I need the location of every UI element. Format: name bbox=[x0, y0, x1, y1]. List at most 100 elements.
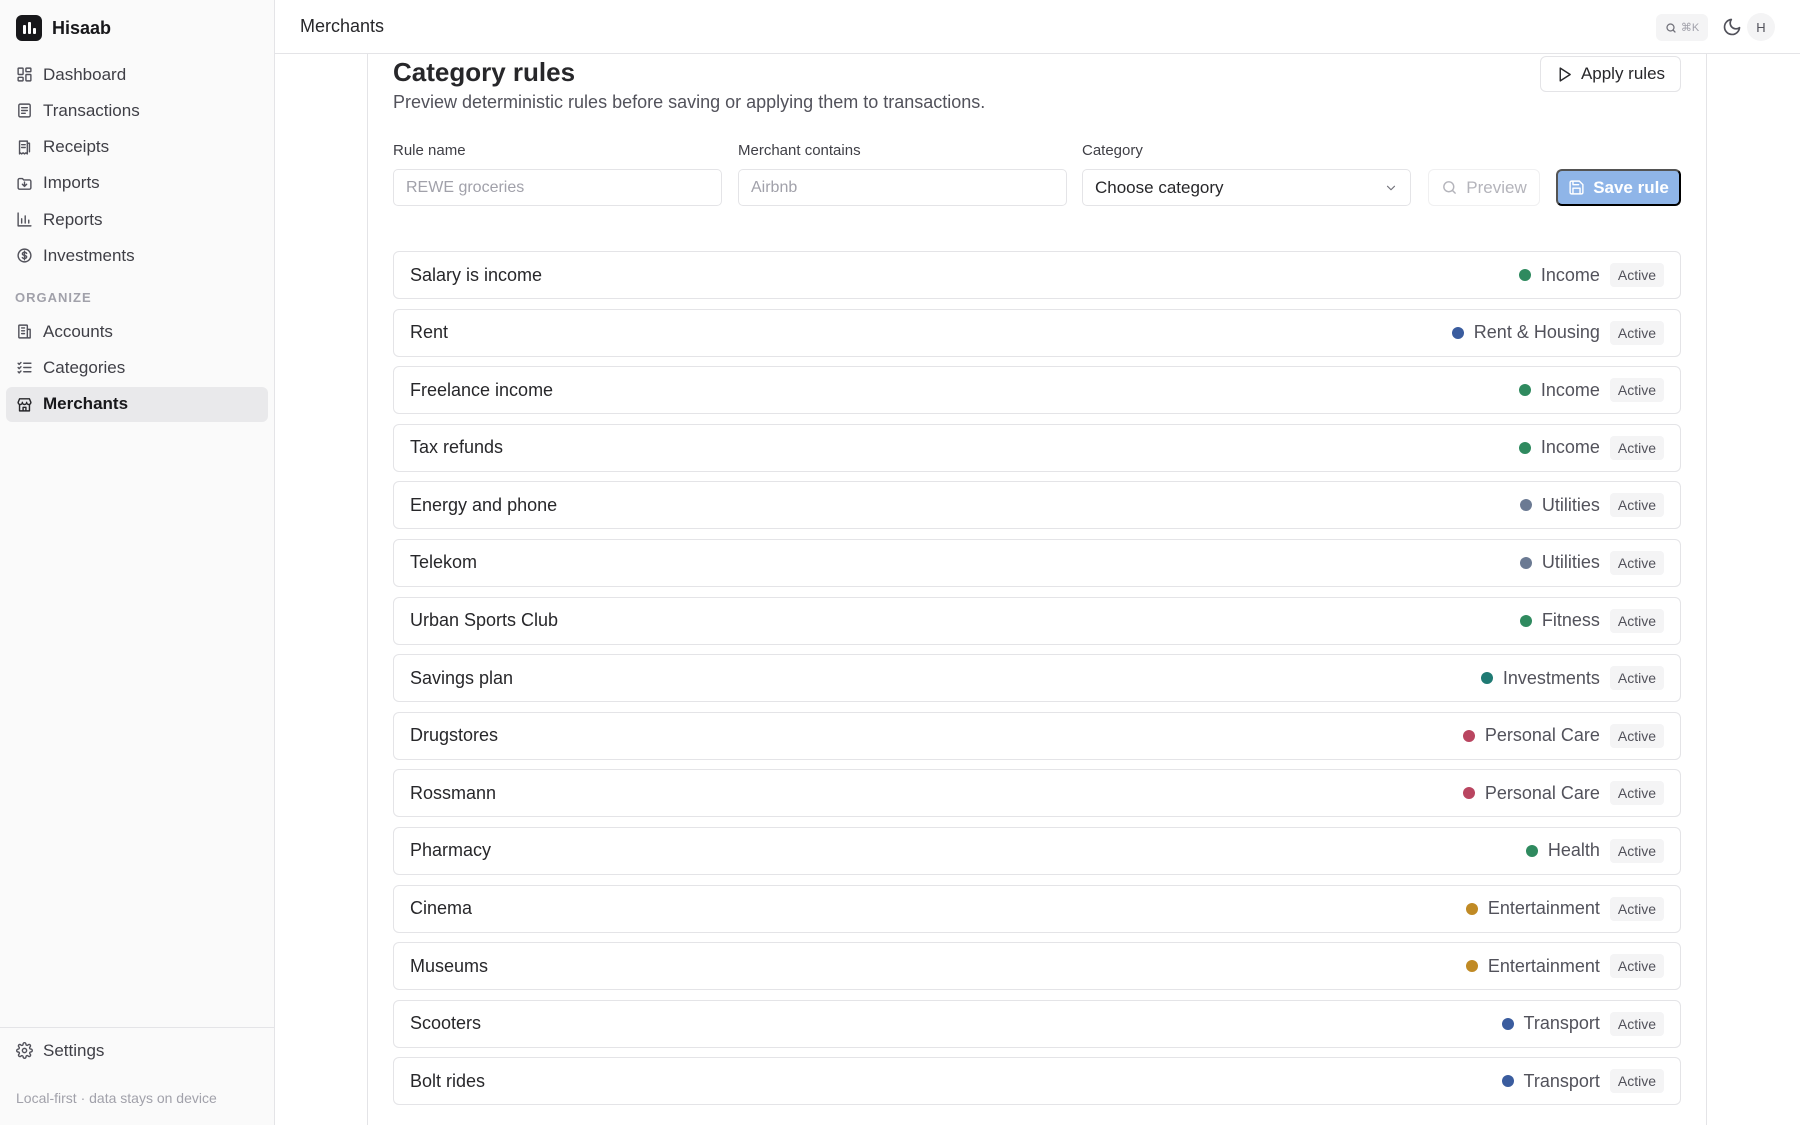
rules-list: Salary is income Income Active Rent Rent & H… bbox=[393, 251, 1681, 1115]
rule-category: Health bbox=[1525, 840, 1600, 861]
sidebar-item-accounts[interactable]: Accounts bbox=[6, 314, 268, 349]
rule-name: Museums bbox=[410, 955, 489, 976]
sidebar-item-categories[interactable]: Categories bbox=[6, 350, 268, 385]
category-color-dot bbox=[1480, 672, 1493, 685]
status-badge: Active bbox=[1609, 1011, 1664, 1036]
rule-name: Pharmacy bbox=[410, 840, 492, 861]
rule-name: Drugstores bbox=[410, 725, 499, 746]
sidebar-item-imports[interactable]: Imports bbox=[6, 166, 268, 201]
import-icon bbox=[17, 177, 32, 190]
rule-category-label: Health bbox=[1547, 840, 1600, 861]
sidebar-divider bbox=[0, 1027, 274, 1028]
save-icon bbox=[1569, 180, 1584, 195]
rule-category: Entertainment bbox=[1465, 898, 1600, 919]
section-title: Category rules bbox=[393, 57, 576, 87]
avatar[interactable]: H bbox=[1747, 13, 1775, 41]
rule-category-label: Entertainment bbox=[1487, 955, 1600, 976]
category-color-dot bbox=[1518, 384, 1531, 397]
category-color-dot bbox=[1518, 441, 1531, 454]
status-badge: Active bbox=[1609, 1069, 1664, 1094]
rule-category-label: Investments bbox=[1502, 667, 1600, 688]
topbar: Merchants ⌘K H bbox=[275, 0, 1800, 54]
merchant-contains-label: Merchant contains bbox=[738, 142, 861, 159]
sidebar-item-label: Settings bbox=[43, 1040, 105, 1060]
status-badge: Active bbox=[1609, 666, 1664, 691]
merchant-contains-input[interactable] bbox=[738, 169, 1067, 206]
status-badge: Active bbox=[1609, 320, 1664, 345]
building-icon bbox=[18, 324, 31, 339]
rule-row[interactable]: Telekom Utilities Active bbox=[393, 538, 1681, 587]
rule-row[interactable]: Rossmann Personal Care Active bbox=[393, 769, 1681, 818]
sidebar-item-transactions[interactable]: Transactions bbox=[6, 93, 268, 128]
sidebar-item-settings[interactable]: Settings bbox=[6, 1033, 268, 1068]
rule-name: Tax refunds bbox=[410, 437, 504, 458]
rule-row[interactable]: Cinema Entertainment Active bbox=[393, 884, 1681, 933]
rule-category: Investments bbox=[1480, 667, 1600, 689]
rule-row[interactable]: Bolt rides Transport Active bbox=[393, 1057, 1681, 1106]
category-color-dot bbox=[1519, 556, 1532, 569]
rule-category: Entertainment bbox=[1465, 955, 1600, 977]
sidebar-item-merchants[interactable]: Merchants bbox=[6, 386, 268, 422]
category-color-dot bbox=[1501, 1017, 1514, 1030]
rule-row[interactable]: Rent Rent & Housing Active bbox=[393, 308, 1681, 357]
rule-category-label: Transport bbox=[1523, 1070, 1600, 1091]
sidebar-item-label: Receipts bbox=[43, 137, 110, 157]
apply-rules-button[interactable]: Apply rules bbox=[1540, 56, 1681, 92]
rule-name: Rossmann bbox=[410, 782, 497, 803]
rule-row[interactable]: Scooters Transport Active bbox=[393, 999, 1681, 1048]
rule-row[interactable]: Urban Sports Club Fitness Active bbox=[393, 596, 1681, 645]
rule-row[interactable]: Energy and phone Utilities Active bbox=[393, 481, 1681, 530]
dashboard-icon bbox=[17, 67, 32, 82]
status-badge: Active bbox=[1609, 550, 1664, 575]
category-select[interactable]: Choose category bbox=[1082, 169, 1411, 206]
rule-row[interactable]: Museums Entertainment Active bbox=[393, 942, 1681, 991]
rule-name: Salary is income bbox=[410, 264, 543, 285]
transactions-icon bbox=[18, 103, 31, 118]
sidebar-item-label: Accounts bbox=[43, 321, 113, 341]
status-badge: Active bbox=[1609, 838, 1664, 863]
rule-name: Urban Sports Club bbox=[410, 610, 559, 631]
search-icon bbox=[1666, 22, 1676, 33]
rule-category: Income bbox=[1518, 380, 1600, 401]
rule-category-label: Personal Care bbox=[1484, 725, 1600, 746]
save-rule-button[interactable]: Save rule bbox=[1556, 169, 1681, 206]
sidebar-item-reports[interactable]: Reports bbox=[6, 202, 268, 237]
category-color-dot bbox=[1465, 960, 1478, 973]
rule-category: Personal Care bbox=[1462, 783, 1600, 804]
search-button[interactable]: ⌘K bbox=[1656, 14, 1708, 41]
sidebar-item-investments[interactable]: Investments bbox=[6, 238, 268, 273]
footer-note: Local-first · data stays on device bbox=[16, 1090, 217, 1106]
sidebar-item-dashboard[interactable]: Dashboard bbox=[6, 57, 268, 92]
rule-row[interactable]: Salary is income Income Active bbox=[393, 251, 1681, 299]
sidebar: Hisaab Dashboard Transactions Receipts Impo… bbox=[0, 0, 275, 1125]
moon-icon[interactable] bbox=[1722, 17, 1742, 37]
receipt-icon bbox=[18, 140, 31, 155]
status-badge: Active bbox=[1609, 781, 1664, 806]
main-nav: Dashboard Transactions Receipts Imports Repo… bbox=[6, 57, 268, 275]
category-color-dot bbox=[1519, 614, 1532, 627]
rule-name: Energy and phone bbox=[410, 494, 558, 515]
brand[interactable]: Hisaab bbox=[16, 15, 111, 41]
nav-section-label: ORGANIZE bbox=[15, 290, 92, 305]
search-shortcut: ⌘K bbox=[1680, 22, 1700, 34]
rule-name: Scooters bbox=[410, 1013, 482, 1034]
rule-row[interactable]: Savings plan Investments Active bbox=[393, 654, 1681, 703]
status-badge: Active bbox=[1609, 263, 1664, 287]
category-label: Category bbox=[1082, 142, 1143, 159]
dollar-circle-icon bbox=[17, 248, 32, 264]
bar-chart-icon bbox=[17, 212, 32, 227]
preview-button[interactable]: Preview bbox=[1428, 169, 1540, 206]
rule-category-label: Rent & Housing bbox=[1473, 322, 1600, 343]
rule-row[interactable]: Drugstores Personal Care Active bbox=[393, 711, 1681, 760]
category-color-dot bbox=[1519, 499, 1532, 512]
rule-row[interactable]: Pharmacy Health Active bbox=[393, 826, 1681, 875]
category-select-value: Choose category bbox=[1095, 177, 1224, 197]
rule-row[interactable]: Tax refunds Income Active bbox=[393, 423, 1681, 472]
sidebar-item-receipts[interactable]: Receipts bbox=[6, 130, 268, 165]
apply-rules-label: Apply rules bbox=[1580, 64, 1666, 83]
rule-category-label: Transport bbox=[1523, 1013, 1600, 1034]
status-badge: Active bbox=[1609, 435, 1664, 460]
rule-row[interactable]: Freelance income Income Active bbox=[393, 366, 1681, 415]
status-badge: Active bbox=[1609, 896, 1664, 921]
rule-name-input[interactable] bbox=[393, 169, 722, 206]
